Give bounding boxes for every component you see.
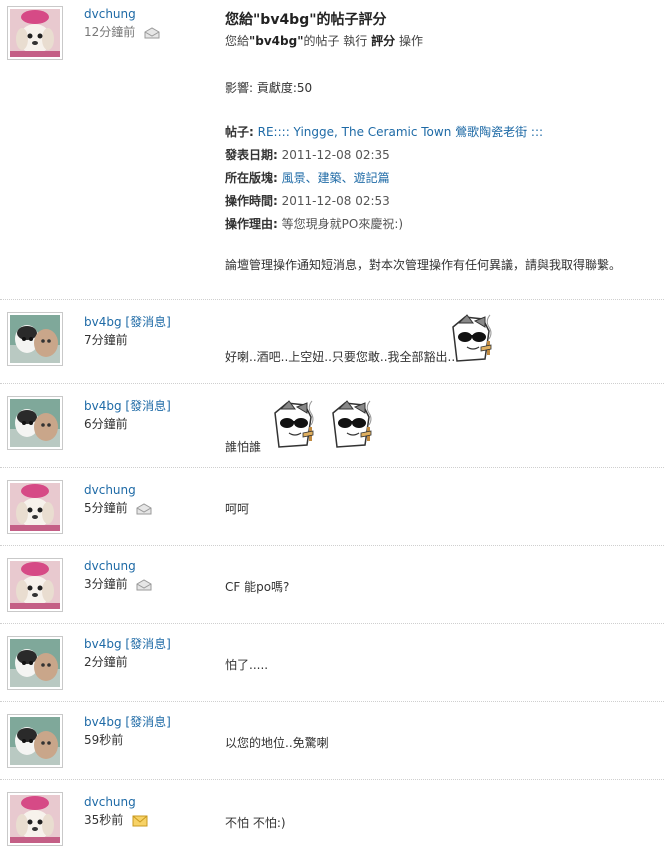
username-link[interactable]: dvchung bbox=[84, 482, 152, 499]
message-item: dvchung 5分鐘前 呵呵 bbox=[0, 468, 664, 546]
envelope-read-icon[interactable] bbox=[136, 503, 152, 515]
username-link[interactable]: bv4bg bbox=[84, 715, 122, 729]
username-link[interactable]: dvchung bbox=[84, 794, 148, 811]
message-text: 誰怕誰 bbox=[225, 440, 262, 454]
message-item: bv4bg [發消息] 6分鐘前 誰怕誰 bbox=[0, 384, 664, 468]
reason-line: 操作理由: 等您現身就PO來慶祝:) bbox=[225, 213, 658, 236]
optime-line: 操作時間: 2011-12-08 02:53 bbox=[225, 190, 658, 213]
send-message-link[interactable]: [發消息] bbox=[125, 315, 170, 329]
username-line: bv4bg [發消息] bbox=[84, 314, 171, 331]
message-item: dvchung 12分鐘前 您給"bv4bg"的帖子評分 您給"bv4bg"的帖… bbox=[0, 0, 664, 300]
message-item: dvchung 3分鐘前 CF 能po嗎? bbox=[0, 546, 664, 624]
send-message-link[interactable]: [發消息] bbox=[125, 637, 170, 651]
forum-link[interactable]: 風景、建築、遊記篇 bbox=[282, 171, 390, 185]
sunglasses-smoking-emote-icon bbox=[323, 396, 379, 454]
message-text: 不怕 不怕:) bbox=[225, 816, 286, 830]
message-text: 呵呵 bbox=[225, 502, 250, 516]
date-value: 2011-12-08 02:35 bbox=[281, 148, 390, 162]
time-text: 5分鐘前 bbox=[84, 501, 128, 515]
dog-avatar-icon bbox=[10, 483, 60, 531]
message-item: bv4bg [發消息] 7分鐘前 好喇..酒吧..上空妞..只要您敢..我全部豁… bbox=[0, 300, 664, 384]
time-text: 35秒前 bbox=[84, 813, 124, 827]
envelope-read-icon[interactable] bbox=[144, 27, 160, 39]
avatar[interactable] bbox=[7, 714, 63, 768]
envelope-read-icon[interactable] bbox=[136, 579, 152, 591]
avatar[interactable] bbox=[7, 558, 63, 612]
influence-text: 影響: 貢獻度:50 bbox=[225, 81, 313, 95]
message-time: 5分鐘前 bbox=[84, 499, 152, 517]
post-line: 帖子: RE:::: Yingge, The Ceramic Town 鶯歌陶瓷… bbox=[225, 121, 658, 144]
avatar[interactable] bbox=[7, 6, 63, 60]
dog-avatar-icon bbox=[10, 561, 60, 609]
avatar[interactable] bbox=[7, 312, 63, 366]
avatar[interactable] bbox=[7, 480, 63, 534]
username-link[interactable]: bv4bg bbox=[84, 315, 122, 329]
message-text: 好喇..酒吧..上空妞..只要您敢..我全部豁出.. bbox=[225, 350, 456, 364]
message-time: 59秒前 bbox=[84, 733, 124, 747]
subtitle-suffix: 操作 bbox=[395, 34, 423, 48]
username-line: bv4bg [發消息] bbox=[84, 636, 171, 653]
avatar[interactable] bbox=[7, 636, 63, 690]
date-line: 發表日期: 2011-12-08 02:35 bbox=[225, 144, 658, 167]
message-time: 12分鐘前 bbox=[84, 23, 160, 41]
cat-avatar-icon bbox=[10, 717, 60, 765]
sunglasses-smoking-emote-icon bbox=[265, 396, 321, 454]
dog-avatar-icon bbox=[10, 795, 60, 843]
message-time: 2分鐘前 bbox=[84, 655, 128, 669]
username-line: bv4bg [發消息] bbox=[84, 714, 171, 731]
optime-label: 操作時間: bbox=[225, 194, 278, 208]
message-item: dvchung 35秒前 不怕 不怕:) bbox=[0, 780, 664, 850]
forum-line: 所在版塊: 風景、建築、遊記篇 bbox=[225, 167, 658, 190]
date-label: 發表日期: bbox=[225, 148, 278, 162]
send-message-link[interactable]: [發消息] bbox=[125, 715, 170, 729]
message-time: 35秒前 bbox=[84, 811, 148, 829]
message-time: 6分鐘前 bbox=[84, 417, 128, 431]
message-time: 3分鐘前 bbox=[84, 575, 152, 593]
message-title: 您給"bv4bg"的帖子評分 bbox=[225, 12, 387, 28]
message-text: 以您的地位..免驚喇 bbox=[225, 736, 329, 750]
time-text: 3分鐘前 bbox=[84, 577, 128, 591]
cat-avatar-icon bbox=[10, 315, 60, 363]
forum-label: 所在版塊: bbox=[225, 171, 278, 185]
envelope-unread-icon[interactable] bbox=[132, 815, 148, 827]
message-item: bv4bg [發消息] 2分鐘前 怕了..... bbox=[0, 624, 664, 702]
reason-value: 等您現身就PO來慶祝:) bbox=[281, 217, 404, 231]
sunglasses-smoking-emote-icon bbox=[443, 310, 499, 368]
post-link[interactable]: RE:::: Yingge, The Ceramic Town 鶯歌陶瓷老街 :… bbox=[258, 125, 543, 139]
message-text: CF 能po嗎? bbox=[225, 580, 290, 594]
subtitle-prefix: 您給 bbox=[225, 34, 250, 48]
avatar[interactable] bbox=[7, 396, 63, 450]
message-time: 7分鐘前 bbox=[84, 333, 128, 347]
username-line: bv4bg [發消息] bbox=[84, 398, 171, 415]
post-label: 帖子: bbox=[225, 125, 254, 139]
optime-value: 2011-12-08 02:53 bbox=[281, 194, 390, 208]
message-item: bv4bg [發消息] 59秒前 以您的地位..免驚喇 bbox=[0, 702, 664, 780]
username-link[interactable]: bv4bg bbox=[84, 637, 122, 651]
subtitle-action: 評分 bbox=[371, 34, 396, 48]
subtitle-mid: 的帖子 執行 bbox=[303, 34, 372, 48]
reason-label: 操作理由: bbox=[225, 217, 278, 231]
username-link[interactable]: dvchung bbox=[84, 558, 152, 575]
username-link[interactable]: dvchung bbox=[84, 6, 160, 23]
message-subtitle: 您給"bv4bg"的帖子 執行 評分 操作 bbox=[225, 32, 658, 49]
dog-avatar-icon bbox=[10, 9, 60, 57]
cat-avatar-icon bbox=[10, 639, 60, 687]
username-link[interactable]: bv4bg bbox=[84, 399, 122, 413]
message-text: 怕了..... bbox=[225, 658, 269, 672]
time-text: 12分鐘前 bbox=[84, 25, 136, 39]
send-message-link[interactable]: [發消息] bbox=[125, 399, 170, 413]
cat-avatar-icon bbox=[10, 399, 60, 447]
subtitle-user: "bv4bg" bbox=[249, 34, 304, 48]
avatar[interactable] bbox=[7, 792, 63, 846]
notice-footer: 論壇管理操作通知短消息，對本次管理操作有任何異議，請與我取得聯繫。 bbox=[225, 258, 622, 272]
